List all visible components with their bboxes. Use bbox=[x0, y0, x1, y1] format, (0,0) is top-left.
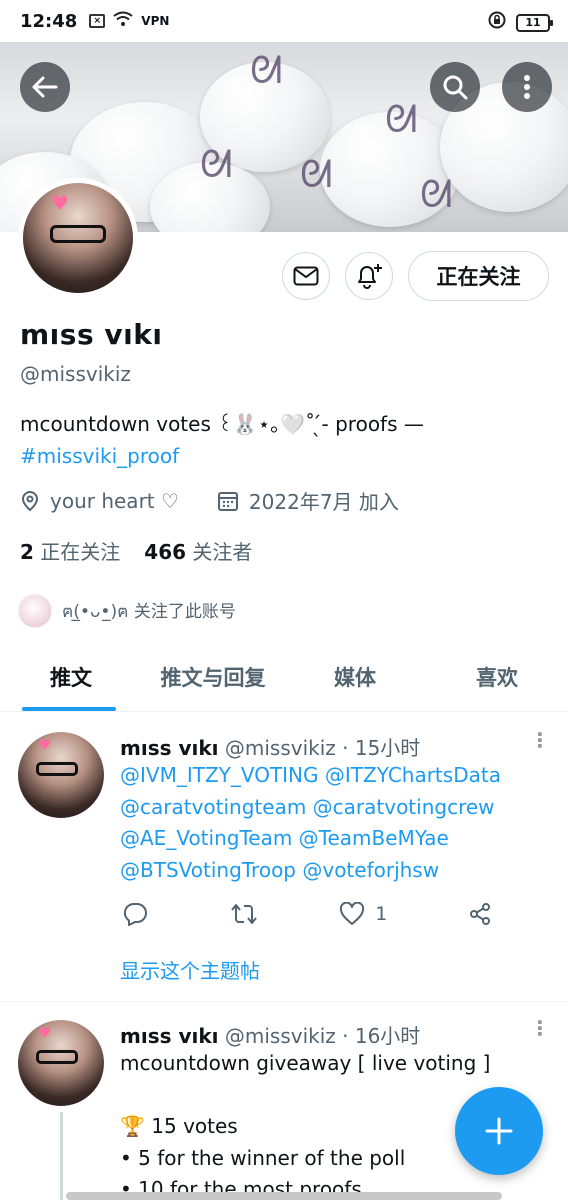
tweet-handle-time: @missvikiz · 16小时 bbox=[224, 1024, 421, 1048]
bunny-icon: ᘛ bbox=[200, 142, 233, 186]
wifi-icon bbox=[113, 11, 133, 31]
tweet-author-name: mıss vıkı bbox=[120, 1024, 219, 1048]
profile-joined: 2022年7月 加入 bbox=[248, 490, 399, 514]
heart-icon: ♥ bbox=[38, 1024, 52, 1042]
tweet-body: @IVM_ITZY_VOTING @ITZYChartsData @caratv… bbox=[120, 760, 550, 886]
profile-meta: your heart ♡ 2022年7月 加入 bbox=[20, 486, 399, 515]
heart-outline-icon bbox=[340, 902, 365, 925]
tweet-avatar[interactable]: ♥ bbox=[18, 732, 104, 818]
followed-by[interactable]: ฅ(̲•ᴗ•̲)ฅ 关注了此账号 bbox=[18, 594, 236, 628]
status-icons: × VPN bbox=[89, 11, 169, 31]
gesture-nav-bar[interactable] bbox=[66, 1192, 502, 1200]
profile-bio: mcountdown votes ꒰🐰⋆｡🤍˚ ̖́- proofs — #mi… bbox=[20, 408, 550, 472]
rotation-lock-icon bbox=[488, 11, 506, 34]
bio-text: mcountdown votes ꒰🐰⋆｡🤍˚ ̖́- proofs — bbox=[20, 412, 424, 436]
notification-icon: × bbox=[89, 14, 106, 28]
tab-tweets-replies[interactable]: 推文与回复 bbox=[142, 642, 284, 711]
compose-tweet-button[interactable] bbox=[455, 1087, 543, 1175]
following-button[interactable]: 正在关注 bbox=[408, 251, 549, 301]
retweet-button[interactable] bbox=[229, 902, 259, 926]
search-button[interactable] bbox=[430, 62, 480, 112]
status-right: 11 bbox=[488, 11, 553, 34]
heart-icon: ♥ bbox=[51, 191, 69, 215]
tweet-actions: 1 bbox=[122, 902, 492, 926]
following-label: 正在关注 bbox=[40, 540, 121, 564]
tweet-author-name: mıss vıkı bbox=[120, 736, 219, 760]
tweet-line: mcountdown giveaway [ live voting ] bbox=[120, 1051, 491, 1075]
profile-tabs: 推文 推文与回复 媒体 喜欢 bbox=[0, 642, 568, 712]
tab-tweets[interactable]: 推文 bbox=[0, 642, 142, 711]
tweet-line[interactable]: @IVM_ITZY_VOTING @ITZYChartsData bbox=[120, 760, 550, 792]
notifications-button[interactable] bbox=[345, 252, 393, 300]
followers-label: 关注者 bbox=[192, 540, 253, 564]
vpn-indicator: VPN bbox=[141, 14, 170, 28]
tweet-more-button[interactable]: ⋮ bbox=[530, 1016, 550, 1040]
bunny-icon: ᘛ bbox=[300, 152, 333, 196]
followed-by-text: ฅ(̲•ᴗ•̲)ฅ 关注了此账号 bbox=[62, 602, 236, 622]
bunny-icon: ᘛ bbox=[385, 97, 418, 141]
battery-indicator: 11 bbox=[516, 13, 553, 32]
avatar-glasses bbox=[50, 225, 106, 243]
tweet-avatar[interactable]: ♥ bbox=[18, 1020, 104, 1106]
search-icon bbox=[443, 75, 468, 100]
more-options-button[interactable] bbox=[502, 62, 552, 112]
calendar-icon bbox=[217, 491, 238, 511]
show-thread-link[interactable]: 显示这个主题帖 bbox=[120, 955, 260, 984]
more-vertical-icon bbox=[524, 75, 530, 99]
tweet-line[interactable]: @BTSVotingTroop @voteforjhsw bbox=[120, 855, 550, 887]
profile-location: your heart ♡ bbox=[50, 488, 179, 513]
bio-hashtag-link[interactable]: #missviki_proof bbox=[20, 444, 179, 468]
profile-name: mıss vıkı bbox=[20, 318, 163, 351]
avatar-glasses bbox=[36, 762, 78, 776]
status-bar: 12:48 × VPN 11 bbox=[0, 0, 568, 42]
tweet-line[interactable]: @caratvotingteam @caratvotingcrew bbox=[120, 792, 550, 824]
bell-plus-icon bbox=[358, 264, 382, 289]
tweet-handle-time: @missvikiz · 15小时 bbox=[224, 736, 421, 760]
following-count: 2 bbox=[20, 540, 34, 564]
tweet-header: mıss vıkı @missvikiz · 16小时 bbox=[120, 1020, 420, 1049]
like-button[interactable]: 1 bbox=[339, 902, 387, 926]
like-count: 1 bbox=[375, 903, 388, 925]
profile-handle: @missvikiz bbox=[20, 362, 131, 386]
bunny-icon: ᘛ bbox=[420, 172, 453, 216]
back-arrow-icon bbox=[32, 76, 58, 98]
mail-icon bbox=[293, 266, 319, 286]
heart-icon: ♥ bbox=[38, 736, 52, 754]
followers-count-link[interactable]: 466 关注者 bbox=[144, 536, 252, 565]
followers-count: 466 bbox=[144, 540, 187, 564]
reply-icon bbox=[123, 903, 147, 926]
avatar-glasses bbox=[36, 1050, 78, 1064]
message-button[interactable] bbox=[282, 252, 330, 300]
follower-avatar bbox=[18, 594, 52, 628]
reply-button[interactable] bbox=[122, 902, 148, 926]
follow-counts: 2 正在关注 466 关注者 bbox=[20, 536, 252, 565]
tweet-header: mıss vıkı @missvikiz · 15小时 bbox=[120, 732, 420, 761]
retweet-icon bbox=[230, 904, 257, 924]
tab-media[interactable]: 媒体 bbox=[284, 642, 426, 711]
back-button[interactable] bbox=[20, 62, 70, 112]
plus-icon bbox=[485, 1117, 513, 1145]
status-time: 12:48 bbox=[20, 10, 78, 32]
following-count-link[interactable]: 2 正在关注 bbox=[20, 536, 120, 565]
tweet-more-button[interactable]: ⋮ bbox=[530, 728, 550, 752]
share-icon bbox=[469, 903, 490, 925]
tab-likes[interactable]: 喜欢 bbox=[426, 642, 568, 711]
thread-connector bbox=[60, 1112, 63, 1200]
location-pin-icon bbox=[21, 490, 39, 511]
tweet[interactable]: ♥ mıss vıkı @missvikiz · 15小时 ⋮ @IVM_ITZ… bbox=[0, 712, 568, 1002]
share-button[interactable] bbox=[468, 902, 492, 926]
bunny-icon: ᘛ bbox=[250, 48, 283, 92]
tweet-line[interactable]: @AE_VotingTeam @TeamBeMYae bbox=[120, 823, 550, 855]
profile-avatar[interactable]: ♥ bbox=[18, 178, 138, 298]
